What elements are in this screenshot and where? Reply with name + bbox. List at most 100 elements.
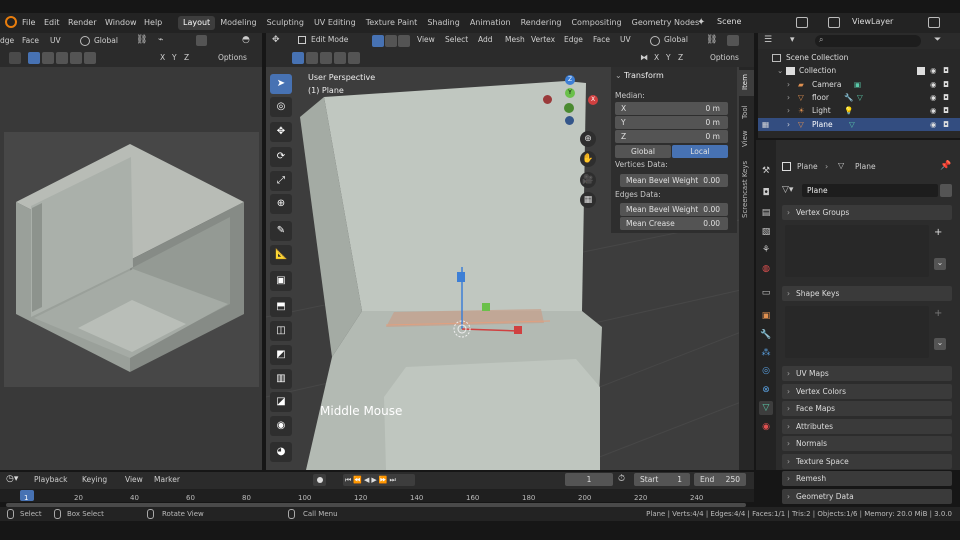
- tool-measure[interactable]: 📐: [270, 245, 292, 265]
- left-select-tool-icon[interactable]: [9, 52, 21, 64]
- vp-axis-y[interactable]: Y: [666, 53, 671, 62]
- visibility-eye-icon[interactable]: ◉: [930, 78, 937, 91]
- uv-maps-section[interactable]: UV Maps: [782, 366, 952, 381]
- transform-gizmo-z-handle[interactable]: [457, 272, 465, 282]
- global-toggle[interactable]: Global: [615, 145, 671, 158]
- edge-crease-field[interactable]: Mean Crease 0.00: [620, 217, 728, 230]
- workspace-tab-sculpting[interactable]: Sculpting: [262, 16, 309, 30]
- physics-properties-icon[interactable]: ◎: [759, 364, 773, 378]
- transform-collapse-icon[interactable]: ⌄: [615, 71, 622, 80]
- vp-options[interactable]: Options: [710, 53, 739, 62]
- vertex-groups-list[interactable]: [785, 225, 929, 277]
- tool-settings-icon[interactable]: ⚒: [759, 164, 773, 178]
- view-layer-icon[interactable]: [828, 17, 840, 28]
- zoom-icon[interactable]: ⊕: [580, 131, 596, 147]
- nav-gizmo-z[interactable]: Z: [565, 75, 575, 85]
- render-properties-icon[interactable]: ◘: [759, 186, 773, 200]
- tool-cursor[interactable]: ◎: [270, 97, 292, 117]
- vertex-groups-add-icon[interactable]: +: [934, 227, 946, 239]
- vp-orientation[interactable]: Global: [664, 35, 688, 44]
- remesh-section[interactable]: Remesh: [782, 471, 952, 486]
- sidebar-tab-item[interactable]: Item: [739, 70, 754, 96]
- timeline-menu-playback[interactable]: Playback: [34, 475, 67, 484]
- outliner-item-floor[interactable]: › ▽ floor 🔧 ▽ ◉ ◘: [758, 91, 960, 104]
- nav-gizmo-y[interactable]: Y: [565, 88, 575, 98]
- left-menu-face[interactable]: Face: [22, 36, 39, 45]
- vp-orientation-icon[interactable]: [650, 36, 660, 46]
- play-icon[interactable]: ▶: [371, 476, 378, 484]
- prev-keyframe-icon[interactable]: ⏪: [353, 476, 364, 484]
- visibility-eye-icon[interactable]: ◉: [930, 104, 937, 117]
- sidebar-tab-screencast-keys[interactable]: Screencast Keys: [739, 156, 754, 220]
- render-camera-icon[interactable]: ◘: [943, 91, 949, 104]
- viewport-menu-edge[interactable]: Edge: [564, 35, 583, 44]
- tool-rotate[interactable]: ⟳: [270, 147, 292, 167]
- render-camera-icon[interactable]: ◘: [943, 118, 949, 131]
- mode-dropdown[interactable]: Edit Mode: [311, 35, 348, 44]
- visibility-eye-icon[interactable]: ◉: [930, 64, 937, 77]
- tool-bevel[interactable]: ◩: [270, 345, 292, 365]
- edge-select-mode-icon[interactable]: [385, 35, 397, 47]
- timeline-editor-icon[interactable]: ◷▾: [6, 474, 18, 484]
- left-options[interactable]: Options: [218, 53, 247, 62]
- ortho-grid-icon[interactable]: ▦: [580, 192, 596, 208]
- world-properties-icon[interactable]: ◍: [759, 262, 773, 276]
- material-properties-icon[interactable]: ◉: [759, 420, 773, 434]
- vertex-colors-section[interactable]: Vertex Colors: [782, 384, 952, 399]
- workspace-tab-compositing[interactable]: Compositing: [566, 16, 626, 30]
- left-orientation[interactable]: Global: [94, 36, 118, 45]
- left-axis-y[interactable]: Y: [172, 53, 177, 62]
- mesh-datablock-type-icon[interactable]: ▽▾: [782, 185, 793, 195]
- constraints-properties-icon[interactable]: ⊗: [759, 383, 773, 397]
- vp-snap-icon[interactable]: [727, 35, 739, 46]
- outliner-filter-icon[interactable]: ⏷: [934, 35, 941, 45]
- nav-gizmo-x[interactable]: X: [588, 95, 598, 105]
- left-proportional-icon[interactable]: [196, 35, 207, 46]
- outliner-item-camera[interactable]: › ▰ Camera ▣ ◉ ◘: [758, 78, 960, 91]
- face-select-mode-icon[interactable]: [398, 35, 410, 47]
- blender-logo-icon[interactable]: [5, 16, 17, 28]
- workspace-tab-uv-editing[interactable]: UV Editing: [309, 16, 361, 30]
- menu-window[interactable]: Window: [105, 16, 137, 30]
- tool-scale[interactable]: ⤢: [270, 171, 292, 191]
- texture-space-section[interactable]: Texture Space: [782, 454, 952, 469]
- viewport-menu-view[interactable]: View: [417, 35, 435, 44]
- visibility-eye-icon[interactable]: ◉: [930, 91, 937, 104]
- left-axis-z[interactable]: Z: [184, 53, 189, 62]
- workspace-tab-geometry-nodes[interactable]: Geometry Nodes: [627, 16, 704, 30]
- median-z-field[interactable]: Z0 m: [615, 130, 728, 143]
- left-snap-icon[interactable]: ⌁: [158, 35, 170, 46]
- vp-select-mode-invert-icon[interactable]: [334, 52, 346, 64]
- local-toggle[interactable]: Local: [672, 145, 728, 158]
- attributes-section[interactable]: Attributes: [782, 419, 952, 434]
- left-menu-uv[interactable]: UV: [50, 36, 61, 45]
- view-layer-copy-icon[interactable]: [928, 17, 940, 28]
- jump-end-icon[interactable]: ⏭: [390, 476, 398, 484]
- scene-properties-icon[interactable]: ⚘: [759, 243, 773, 257]
- fake-user-shield-icon[interactable]: [940, 184, 952, 197]
- workspace-tab-modeling[interactable]: Modeling: [215, 16, 261, 30]
- outliner-item-light[interactable]: › ☀ Light 💡 ◉ ◘: [758, 104, 960, 117]
- shape-keys-list[interactable]: [785, 306, 929, 358]
- vertex-groups-section[interactable]: Vertex Groups: [782, 205, 952, 220]
- left-menu-edge[interactable]: dge: [0, 36, 14, 45]
- tool-add-cube[interactable]: ▣: [270, 271, 292, 291]
- transform-gizmo-y-handle[interactable]: [482, 303, 490, 311]
- nav-gizmo-center[interactable]: [564, 103, 574, 113]
- current-frame-field[interactable]: 1: [565, 473, 613, 486]
- scene-copy-icon[interactable]: [796, 17, 808, 28]
- timeline-menu-marker[interactable]: Marker: [154, 475, 180, 484]
- particles-properties-icon[interactable]: ⁂: [759, 346, 773, 360]
- median-y-field[interactable]: Y0 m: [615, 116, 728, 129]
- viewport-menu-mesh[interactable]: Mesh: [505, 35, 525, 44]
- menu-edit[interactable]: Edit: [44, 16, 60, 30]
- mesh-data-properties-icon[interactable]: ▽: [759, 401, 773, 415]
- workspace-tab-rendering[interactable]: Rendering: [516, 16, 567, 30]
- menu-help[interactable]: Help: [144, 16, 162, 30]
- shape-keys-menu-icon[interactable]: ⌄: [934, 338, 946, 350]
- nav-gizmo-neg-x[interactable]: [543, 95, 552, 104]
- tool-poly-build[interactable]: ◉: [270, 416, 292, 436]
- tool-spin[interactable]: ◕: [270, 442, 292, 462]
- vertex-groups-menu-icon[interactable]: ⌄: [934, 258, 946, 270]
- vp-pivot-icon[interactable]: ⛓: [706, 35, 717, 45]
